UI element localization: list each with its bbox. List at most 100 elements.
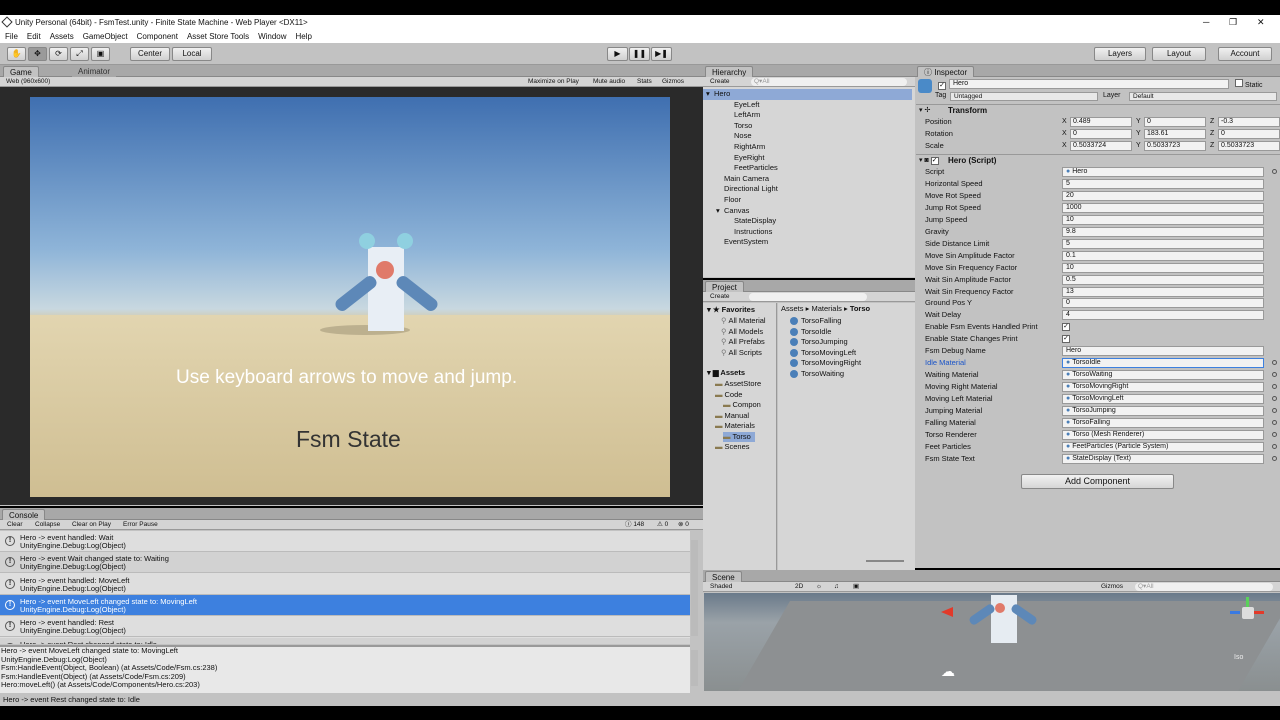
folder-item[interactable]: ▬ Scenes — [715, 442, 750, 453]
field-value[interactable]: ● TorsoMovingRight — [1062, 382, 1264, 393]
field-value[interactable]: 1000 — [1062, 202, 1264, 213]
tab-inspector[interactable]: ⓘ Inspector — [917, 66, 975, 77]
hierarchy-item-floor[interactable]: Floor — [703, 195, 912, 206]
field-value[interactable]: Hero — [1062, 346, 1264, 357]
game-viewport[interactable]: Use keyboard arrows to move and jump. Fs… — [30, 97, 670, 497]
maximize-on-play-toggle[interactable]: Maximize on Play — [528, 77, 579, 87]
object-picker-icon[interactable] — [1272, 169, 1277, 174]
console-log-entry[interactable]: ! Hero -> event Rest changed state to: Id… — [0, 637, 690, 644]
material-file[interactable]: TorsoWaiting — [790, 369, 844, 380]
2d-toggle[interactable]: 2D — [795, 582, 803, 592]
step-button-icon[interactable]: ▶❚ — [651, 47, 672, 61]
field-value[interactable]: ● TorsoFalling — [1062, 417, 1264, 428]
field-value[interactable]: 0 — [1062, 298, 1264, 309]
breadcrumb-torso[interactable]: Torso — [850, 304, 870, 313]
transform-position-y-field[interactable]: 0 — [1144, 117, 1206, 127]
resolution-dropdown[interactable]: Web (960x600) — [6, 77, 50, 87]
project-create-dropdown[interactable]: Create — [710, 292, 730, 302]
pivot-local-button[interactable]: Local — [172, 47, 212, 61]
console-log-entry[interactable]: ! Hero -> event handled: MoveLeft UnityEng… — [0, 574, 690, 595]
transform-scale-y-field[interactable]: 0.5033723 — [1144, 141, 1206, 151]
rotate-tool-icon[interactable]: ⟳ — [49, 47, 68, 61]
folder-item[interactable]: ▬ Materials — [715, 421, 755, 432]
hierarchy-item-eyeleft[interactable]: EyeLeft — [703, 100, 912, 111]
hierarchy-item-eventsystem[interactable]: EventSystem — [703, 237, 912, 248]
field-value[interactable]: ● TorsoMovingLeft — [1062, 394, 1264, 405]
scene-viewport[interactable]: ☁ Iso — [704, 593, 1280, 691]
breadcrumb-materials[interactable]: Materials — [811, 304, 841, 313]
field-value[interactable]: 9.8 — [1062, 226, 1264, 237]
transform-position-x-field[interactable]: 0.489 — [1070, 117, 1132, 127]
pause-button-icon[interactable]: ❚❚ — [629, 47, 650, 61]
menu-assets[interactable]: Assets — [50, 32, 74, 41]
material-file[interactable]: TorsoJumping — [790, 337, 848, 348]
field-value[interactable]: ● TorsoWaiting — [1062, 370, 1264, 381]
folder-item[interactable]: ▬ Code — [715, 390, 742, 401]
lighting-toggle-icon[interactable]: ☼ — [816, 582, 822, 592]
field-value[interactable]: ● Torso (Mesh Renderer) — [1062, 429, 1264, 440]
tab-animator[interactable]: Animator — [72, 66, 117, 77]
menu-asset-store-tools[interactable]: Asset Store Tools — [187, 32, 249, 41]
material-file[interactable]: TorsoFalling — [790, 316, 841, 327]
effects-toggle-icon[interactable]: ▣ — [853, 582, 859, 592]
object-picker-icon[interactable] — [1272, 431, 1277, 437]
favorite-item[interactable]: ⚲ All Material — [721, 316, 766, 327]
field-value[interactable]: 5 — [1062, 238, 1264, 249]
field-value[interactable]: 13 — [1062, 286, 1264, 297]
menu-edit[interactable]: Edit — [27, 32, 41, 41]
folder-item[interactable]: ▬ AssetStore — [715, 379, 761, 390]
menu-window[interactable]: Window — [258, 32, 286, 41]
field-value[interactable]: ● TorsoJumping — [1062, 406, 1264, 416]
close-button[interactable]: ✕ — [1257, 15, 1265, 30]
scene-search-input[interactable]: Q▾All — [1135, 583, 1273, 591]
hierarchy-item-nose[interactable]: Nose — [703, 131, 912, 142]
layer-dropdown[interactable]: Default — [1129, 92, 1277, 101]
object-picker-icon[interactable] — [1272, 384, 1277, 390]
stats-toggle[interactable]: Stats — [637, 77, 652, 87]
rect-tool-icon[interactable]: ▣ — [91, 47, 110, 61]
breadcrumb-assets[interactable]: Assets — [781, 304, 804, 313]
transform-rotation-y-field[interactable]: 183.61 — [1144, 129, 1206, 139]
hierarchy-item-torso[interactable]: Torso — [703, 121, 912, 132]
icon-size-slider[interactable] — [866, 560, 904, 562]
favorite-item[interactable]: ⚲ All Prefabs — [721, 337, 765, 348]
transform-rotation-z-field[interactable]: 0 — [1218, 129, 1280, 139]
hierarchy-create-dropdown[interactable]: Create — [710, 77, 730, 87]
pivot-center-button[interactable]: Center — [130, 47, 170, 61]
scene-orientation-gizmo-icon[interactable] — [1226, 597, 1266, 641]
material-file[interactable]: TorsoIdle — [790, 327, 831, 338]
object-picker-icon[interactable] — [1272, 455, 1277, 461]
material-file[interactable]: TorsoMovingLeft — [790, 348, 856, 359]
minimize-button[interactable]: ─ — [1203, 15, 1209, 30]
transform-rotation-x-field[interactable]: 0 — [1070, 129, 1132, 139]
field-checkbox[interactable]: ✓ — [1062, 323, 1070, 332]
tree-expand-icon[interactable]: ▾ — [716, 206, 724, 217]
gizmos-dropdown[interactable]: Gizmos — [662, 77, 684, 87]
tab-console[interactable]: Console — [2, 509, 46, 520]
menu-gameobject[interactable]: GameObject — [83, 32, 128, 41]
transform-position-z-field[interactable]: -0.3 — [1218, 117, 1280, 127]
field-value[interactable]: 10 — [1062, 214, 1264, 225]
console-scrollbar[interactable] — [691, 540, 698, 636]
scene-gizmos-dropdown[interactable]: Gizmos — [1101, 582, 1123, 592]
transform-scale-x-field[interactable]: 0.5033724 — [1070, 141, 1132, 151]
mute-audio-toggle[interactable]: Mute audio — [593, 77, 625, 87]
object-picker-icon[interactable] — [1272, 419, 1277, 425]
object-picker-icon[interactable] — [1272, 443, 1277, 449]
hierarchy-item-leftarm[interactable]: LeftArm — [703, 110, 912, 121]
hand-tool-icon[interactable]: ✋ — [7, 47, 26, 61]
folder-item[interactable]: ▬ Torso — [723, 431, 755, 442]
field-value[interactable]: 0.5 — [1062, 274, 1264, 285]
shading-dropdown[interactable]: Shaded — [710, 582, 732, 592]
static-toggle[interactable]: Static — [1235, 79, 1262, 89]
field-value[interactable]: 0.1 — [1062, 250, 1264, 261]
maximize-button[interactable]: ❐ — [1229, 15, 1237, 30]
object-picker-icon[interactable] — [1272, 408, 1277, 413]
field-value[interactable]: ● TorsoIdle — [1062, 358, 1264, 369]
console-log-entry[interactable]: ! Hero -> event handled: Wait UnityEngine.… — [0, 531, 690, 552]
hierarchy-search-input[interactable]: Q▾All — [751, 78, 907, 86]
move-tool-icon[interactable]: ✥ — [28, 47, 47, 61]
hierarchy-item-directional-light[interactable]: Directional Light — [703, 184, 912, 195]
hierarchy-item-rightarm[interactable]: RightArm — [703, 142, 912, 153]
scale-tool-icon[interactable]: ⤢ — [70, 47, 89, 61]
